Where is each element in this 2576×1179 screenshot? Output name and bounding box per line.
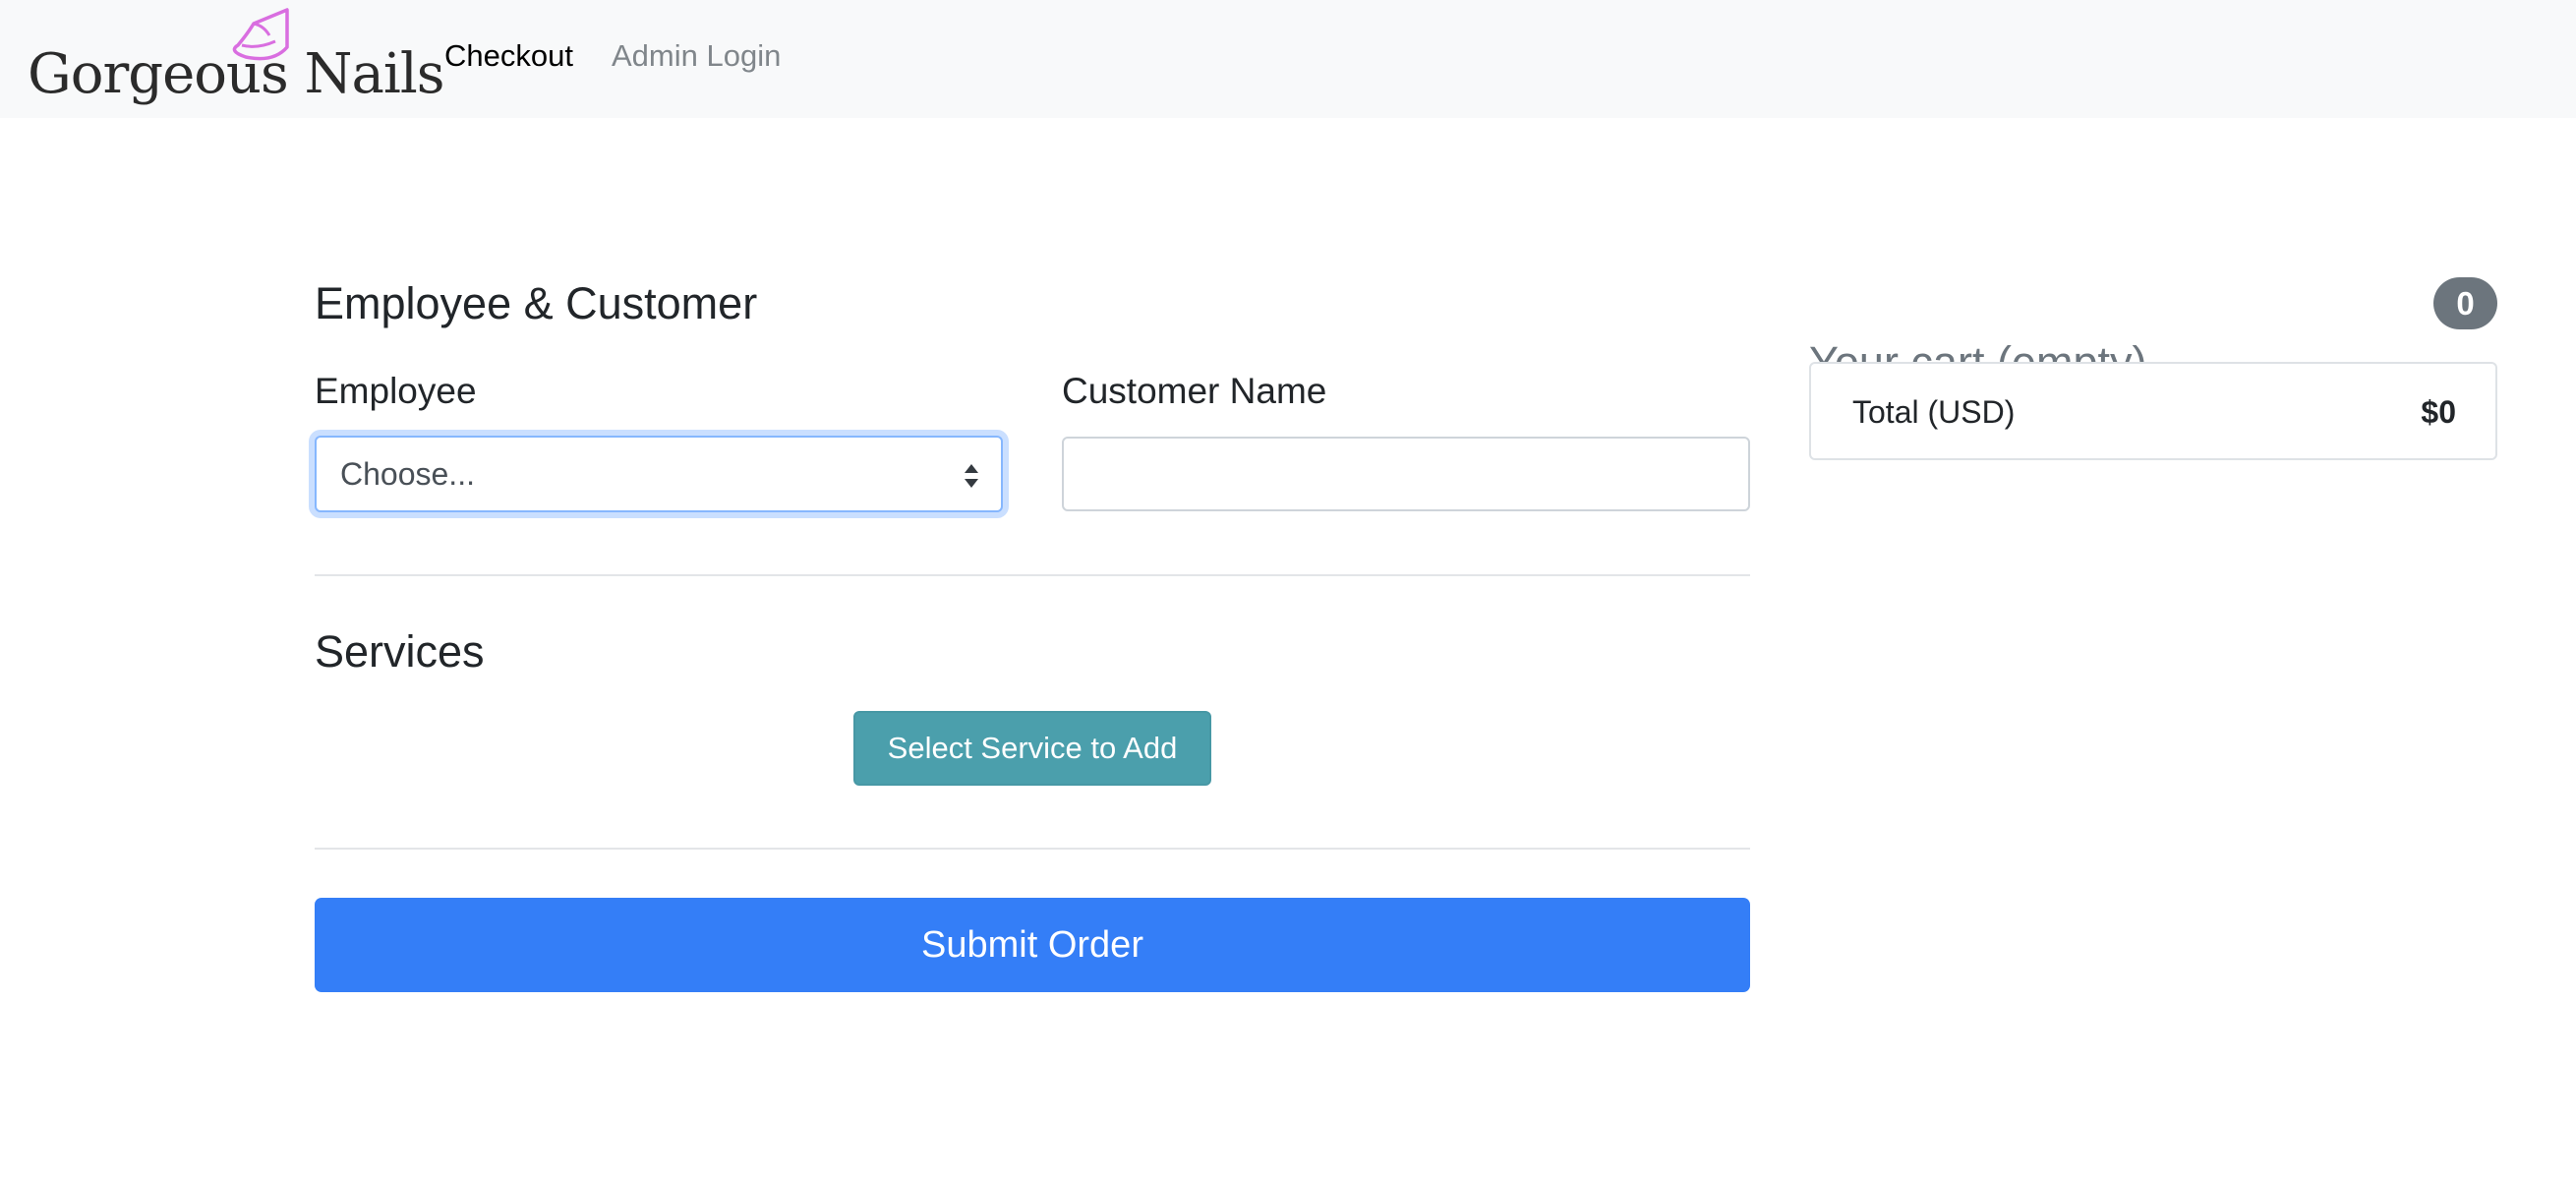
employee-select[interactable]: Choose... (315, 436, 1003, 512)
employee-label: Employee (315, 371, 477, 411)
cart-total-row: Total (USD) $0 (1809, 362, 2497, 460)
cart-count-badge: 0 (2433, 277, 2497, 329)
brand-name: Gorgeous Nails (28, 42, 444, 106)
navbar: Gorgeous Nails Checkout Admin Login (0, 0, 2576, 118)
brand-logo[interactable]: Gorgeous Nails (26, 6, 444, 112)
customer-name-input[interactable] (1062, 437, 1750, 511)
employee-customer-heading: Employee & Customer (315, 278, 758, 328)
customer-name-label: Customer Name (1062, 371, 1327, 411)
section-divider (315, 848, 1750, 850)
cart-total-value: $0 (2421, 394, 2456, 430)
submit-order-button[interactable]: Submit Order (315, 898, 1750, 992)
select-service-button[interactable]: Select Service to Add (853, 711, 1211, 786)
sort-arrows-icon (965, 464, 978, 488)
nav-checkout[interactable]: Checkout (444, 37, 573, 75)
employee-select-value: Choose... (340, 456, 475, 492)
cart-total-label: Total (USD) (1852, 394, 2016, 430)
nav-admin-login[interactable]: Admin Login (612, 37, 781, 75)
services-heading: Services (315, 626, 485, 677)
section-divider (315, 574, 1750, 576)
